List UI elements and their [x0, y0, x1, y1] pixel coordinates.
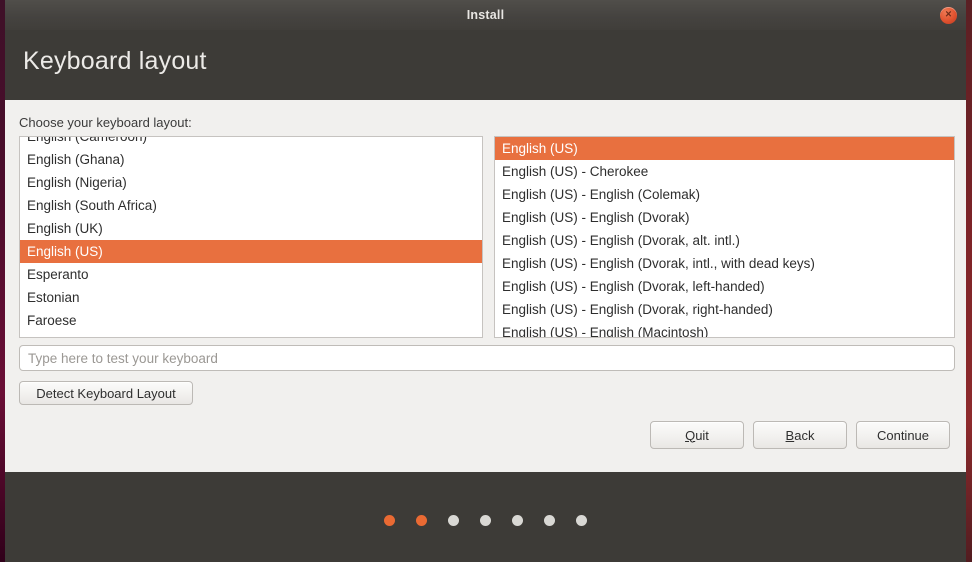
list-item[interactable]: English (US) - English (Dvorak, intl., w…: [495, 252, 954, 275]
list-item[interactable]: English (Cameroon): [20, 137, 482, 148]
window-title: Install: [466, 8, 505, 22]
step-dot[interactable]: [576, 515, 587, 526]
close-icon[interactable]: ×: [940, 7, 957, 24]
step-dot[interactable]: [512, 515, 523, 526]
list-item[interactable]: English (US) - English (Dvorak, left-han…: [495, 275, 954, 298]
page-title: Keyboard layout: [23, 47, 207, 75]
list-item[interactable]: English (US) - English (Dvorak, alt. int…: [495, 229, 954, 252]
detect-button-label: Detect Keyboard Layout: [36, 385, 176, 401]
continue-label: Continue: [876, 427, 930, 443]
list-item[interactable]: English (US) - English (Colemak): [495, 183, 954, 206]
quit-button[interactable]: Quit: [650, 421, 744, 449]
step-dot[interactable]: [448, 515, 459, 526]
list-item[interactable]: English (South Africa): [20, 194, 482, 217]
desktop-edge-right: [966, 0, 972, 562]
page-header: Keyboard layout: [5, 30, 966, 100]
desktop-edge-left: [0, 0, 5, 562]
layout-list[interactable]: English (Cameroon) English (Ghana) Engli…: [19, 136, 483, 338]
back-button[interactable]: Back: [753, 421, 847, 449]
list-item-selected[interactable]: English (US): [20, 240, 482, 263]
back-mnemonic: B: [785, 427, 795, 443]
keyboard-test-input[interactable]: [19, 345, 955, 371]
list-item[interactable]: Faroese: [20, 309, 482, 332]
variant-list[interactable]: English (US) English (US) - Cherokee Eng…: [494, 136, 955, 338]
quit-mnemonic: Q: [685, 427, 696, 443]
back-label-rest: ack: [794, 427, 815, 443]
list-item[interactable]: English (UK): [20, 217, 482, 240]
list-item[interactable]: English (US) - English (Dvorak, right-ha…: [495, 298, 954, 321]
installer-footer: [5, 472, 966, 562]
navigation-buttons: Quit Back Continue: [650, 421, 950, 449]
main-content: Choose your keyboard layout: English (Ca…: [5, 100, 966, 472]
list-item[interactable]: Estonian: [20, 286, 482, 309]
window-titlebar: Install ×: [5, 0, 966, 30]
list-item[interactable]: English (Ghana): [20, 148, 482, 171]
list-item[interactable]: English (Nigeria): [20, 171, 482, 194]
step-dot[interactable]: [384, 515, 395, 526]
step-indicator: [5, 515, 966, 526]
list-item-selected[interactable]: English (US): [495, 137, 954, 160]
variant-list-inner: English (US) English (US) - Cherokee Eng…: [495, 137, 954, 337]
layout-list-inner: English (Cameroon) English (Ghana) Engli…: [20, 137, 482, 332]
step-dot[interactable]: [544, 515, 555, 526]
choose-layout-label: Choose your keyboard layout:: [19, 115, 192, 130]
step-dot[interactable]: [416, 515, 427, 526]
list-item[interactable]: Esperanto: [20, 263, 482, 286]
step-dot[interactable]: [480, 515, 491, 526]
keyboard-lists: English (Cameroon) English (Ghana) Engli…: [19, 136, 955, 338]
detect-keyboard-layout-button[interactable]: Detect Keyboard Layout: [19, 381, 193, 405]
quit-label-rest: uit: [695, 427, 709, 443]
close-glyph: ×: [945, 8, 952, 21]
list-item[interactable]: English (US) - English (Macintosh): [495, 321, 954, 337]
continue-button[interactable]: Continue: [856, 421, 950, 449]
list-item[interactable]: English (US) - English (Dvorak): [495, 206, 954, 229]
install-window: Install × Keyboard layout Choose your ke…: [0, 0, 972, 562]
list-item[interactable]: English (US) - Cherokee: [495, 160, 954, 183]
